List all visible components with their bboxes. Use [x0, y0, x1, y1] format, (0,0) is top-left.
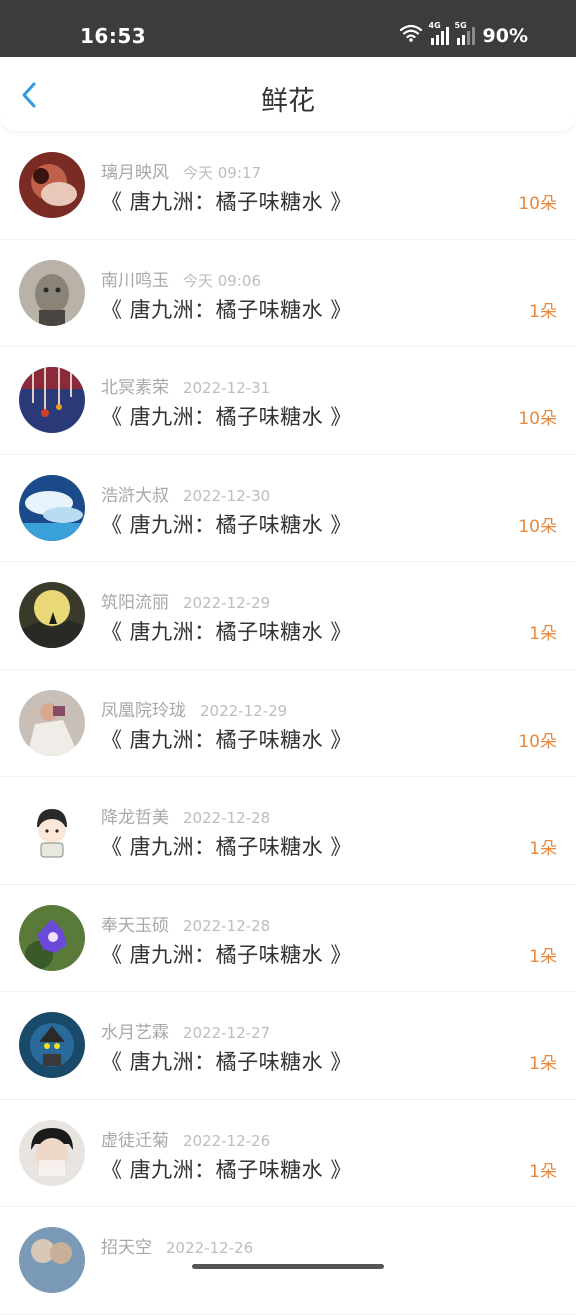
book-title[interactable]: 《 唐九洲：橘子味糖水 》 [101, 401, 352, 431]
list-item[interactable]: 凤凰院玲珑 2022-12-29 《 唐九洲：橘子味糖水 》 10朵 [0, 670, 576, 777]
book-title[interactable]: 《 唐九洲：橘子味糖水 》 [101, 724, 352, 754]
signal-5g-icon: 5G [455, 21, 475, 45]
list-item[interactable]: 奉天玉硕 2022-12-28 《 唐九洲：橘子味糖水 》 1朵 [0, 885, 576, 992]
record-time: 2022-12-26 [166, 1239, 254, 1257]
avatar[interactable] [19, 1119, 85, 1186]
user-name: 北冥素荣 2022-12-31 [101, 378, 271, 398]
user-name: 筑阳流丽 2022-12-29 [101, 593, 271, 613]
page-title: 鲜花 [261, 86, 315, 117]
flower-count: 1朵 [529, 1054, 557, 1074]
avatar[interactable] [19, 1012, 85, 1078]
avatar[interactable] [19, 689, 85, 756]
record-time: 2022-12-29 [183, 594, 271, 612]
user-name: 浩滸大叔 2022-12-30 [101, 485, 271, 506]
book-title[interactable]: 《 唐九洲：橘子味糖水 》 [101, 186, 352, 216]
list-item[interactable]: 筑阳流丽 2022-12-29 《 唐九洲：橘子味糖水 》 1朵 [0, 562, 576, 670]
book-title[interactable]: 《 唐九洲：橘子味糖水 》 [101, 509, 352, 539]
avatar[interactable] [19, 797, 85, 863]
user-name: 招天空 2022-12-26 [101, 1238, 254, 1258]
record-time: 2022-12-27 [183, 1024, 271, 1042]
record-time: 2022-12-28 [183, 809, 271, 827]
user-name: 凤凰院玲珑 2022-12-29 [101, 700, 288, 721]
user-name: 虚徒迁菊 2022-12-26 [101, 1130, 271, 1151]
book-title[interactable]: 《 唐九洲：橘子味糖水 》 [101, 939, 352, 969]
flower-count: 10朵 [518, 409, 557, 429]
home-indicator[interactable] [192, 1264, 384, 1269]
avatar[interactable] [19, 582, 85, 648]
user-name: 奉天玉硕 2022-12-28 [101, 915, 271, 936]
book-title[interactable]: 《 唐九洲：橘子味糖水 》 [101, 294, 352, 324]
book-title[interactable]: 《 唐九洲：橘子味糖水 》 [101, 1154, 352, 1184]
list-item[interactable]: 北冥素荣 2022-12-31 《 唐九洲：橘子味糖水 》 10朵 [0, 347, 576, 455]
book-title[interactable]: 《 唐九洲：橘子味糖水 》 [101, 1046, 352, 1076]
avatar[interactable] [19, 474, 85, 541]
status-time: 16:53 [80, 24, 147, 48]
flower-count: 10朵 [518, 731, 557, 752]
battery-level: 90% [482, 24, 528, 47]
record-time: 今天 09:17 [183, 164, 261, 182]
user-name: 璃月映风 今天 09:17 [101, 163, 261, 183]
flower-count: 1朵 [529, 301, 557, 322]
avatar[interactable] [19, 259, 85, 326]
flower-count: 1朵 [529, 839, 557, 859]
record-time: 2022-12-26 [183, 1131, 271, 1150]
record-time: 2022-12-30 [183, 486, 271, 505]
record-time: 今天 09:06 [183, 271, 261, 290]
flower-record-list: 璃月映风 今天 09:17 《 唐九洲：橘子味糖水 》 10朵 南川鸣玉 今天 09… [0, 132, 576, 1315]
flower-count: 10朵 [518, 516, 557, 537]
avatar[interactable] [19, 904, 85, 971]
flower-count: 1朵 [529, 1161, 557, 1182]
record-time: 2022-12-31 [183, 379, 271, 397]
book-title[interactable]: 《 唐九洲：橘子味糖水 》 [101, 831, 352, 861]
record-time: 2022-12-28 [183, 916, 271, 935]
flower-count: 1朵 [529, 624, 557, 644]
status-icons: 4G 5G 90% [399, 21, 528, 47]
record-time: 2022-12-29 [200, 701, 288, 720]
user-name: 降龙哲美 2022-12-28 [101, 808, 271, 828]
signal-4g-icon: 4G [429, 21, 449, 45]
wifi-icon [399, 24, 423, 47]
list-item[interactable]: 招天空 2022-12-26 [0, 1207, 576, 1315]
list-item[interactable]: 水月艺霖 2022-12-27 《 唐九洲：橘子味糖水 》 1朵 [0, 992, 576, 1100]
list-item[interactable]: 虚徒迁菊 2022-12-26 《 唐九洲：橘子味糖水 》 1朵 [0, 1100, 576, 1207]
avatar[interactable] [19, 367, 85, 433]
avatar[interactable] [19, 152, 85, 218]
flower-count: 10朵 [518, 194, 557, 214]
avatar[interactable] [19, 1227, 85, 1293]
list-item[interactable]: 降龙哲美 2022-12-28 《 唐九洲：橘子味糖水 》 1朵 [0, 777, 576, 885]
list-item[interactable]: 南川鸣玉 今天 09:06 《 唐九洲：橘子味糖水 》 1朵 [0, 240, 576, 347]
list-item[interactable]: 浩滸大叔 2022-12-30 《 唐九洲：橘子味糖水 》 10朵 [0, 455, 576, 562]
list-item[interactable]: 璃月映风 今天 09:17 《 唐九洲：橘子味糖水 》 10朵 [0, 132, 576, 240]
book-title[interactable]: 《 唐九洲：橘子味糖水 》 [101, 616, 352, 646]
status-bar: 16:53 4G 5G 90% [0, 0, 576, 57]
user-name: 水月艺霖 2022-12-27 [101, 1023, 271, 1043]
flower-count: 1朵 [529, 946, 557, 967]
app-header: 鲜花 [0, 57, 576, 131]
user-name: 南川鸣玉 今天 09:06 [101, 270, 261, 291]
